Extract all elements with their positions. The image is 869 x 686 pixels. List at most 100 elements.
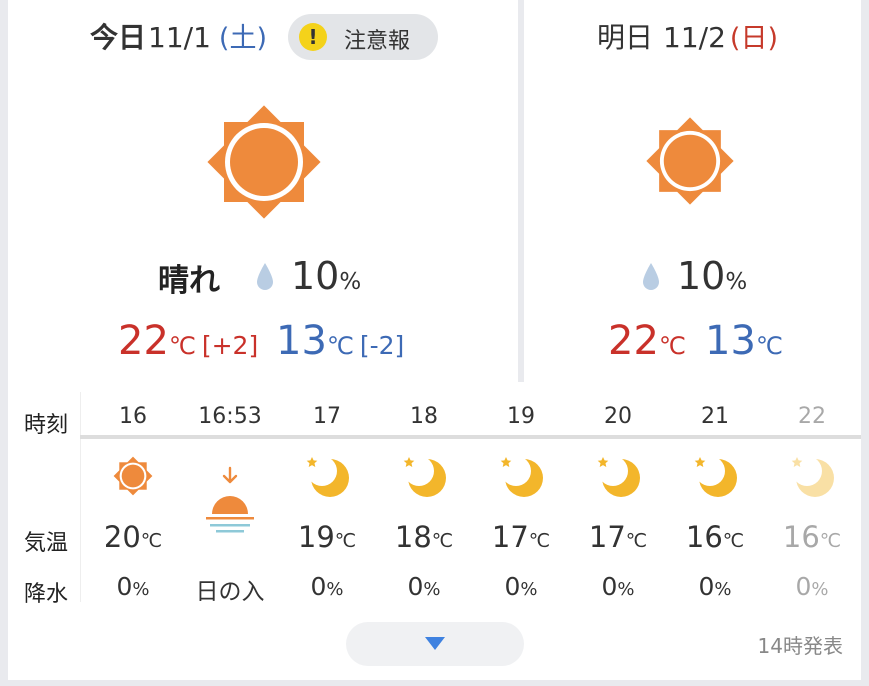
hour-rain-unit: % (617, 579, 635, 600)
today-title: 今日11/1 (土) (90, 16, 267, 56)
today-forecast-card: 今日11/1 (土) ! 注意報 晴れ 10% 22℃ [+2] 13℃ [-2] (8, 0, 518, 382)
hour-column: 17 19℃ 0% (279, 382, 375, 612)
hour-temp: 17℃ (570, 520, 666, 554)
hour-rain-value: 0 (795, 572, 812, 601)
today-date: 11/1 (148, 21, 211, 54)
today-dow: (土) (218, 23, 267, 54)
hour-column: 18 18℃ 0% (376, 382, 472, 612)
hour-rain: 0% (667, 572, 763, 601)
tomorrow-precip-unit: % (725, 269, 748, 295)
issued-time: 14時発表 (757, 634, 843, 658)
hour-rain-value: 0 (698, 572, 715, 601)
tomorrow-precip: 10% (677, 254, 747, 298)
hour-temp-unit: ℃ (625, 530, 648, 552)
hour-rain-value: 0 (116, 572, 133, 601)
moon-icon (791, 456, 834, 497)
hour-time: 17 (313, 404, 341, 429)
tomorrow-low-temp: 13℃ (705, 318, 783, 364)
hour-rain: 0% (279, 572, 375, 601)
today-high-diff: [+2] (201, 331, 259, 360)
today-precip-unit: % (339, 269, 362, 295)
hour-time: 22 (798, 404, 826, 429)
hourly-forecast[interactable]: 時刻 気温 降水 16 20℃ 0% 16:53 日の入 17 19℃ 0% 1… (8, 382, 861, 680)
hour-rain-unit: % (811, 579, 829, 600)
today-high-unit: ℃ (168, 332, 196, 360)
hour-time: 16 (119, 404, 147, 429)
moon-icon (597, 456, 640, 497)
hour-time: 16:53 (198, 404, 262, 429)
hour-temp: 16℃ (764, 520, 860, 554)
hour-rain: 0% (473, 572, 569, 601)
hour-temp-unit: ℃ (722, 530, 745, 552)
tomorrow-low-value: 13 (705, 318, 756, 364)
hour-temp-unit: ℃ (140, 530, 163, 552)
hour-temp-unit: ℃ (819, 530, 842, 552)
tomorrow-dow: (日) (729, 23, 778, 54)
hour-temp-value: 17 (588, 520, 626, 554)
tomorrow-label: 明日 (597, 21, 654, 54)
hour-temp: 17℃ (473, 520, 569, 554)
sunny-icon (207, 105, 321, 219)
tomorrow-date: 11/2 (663, 21, 726, 54)
tomorrow-title: 明日 11/2 (日) (597, 16, 778, 56)
today-low-diff: [-2] (359, 331, 405, 360)
hour-temp-value: 17 (491, 520, 529, 554)
hour-rain-unit: % (132, 579, 150, 600)
today-low-value: 13 (276, 318, 327, 364)
hour-temp-value: 18 (394, 520, 432, 554)
hour-column: 16 20℃ 0% (85, 382, 181, 612)
sunset-column: 16:53 日の入 (182, 382, 278, 612)
hour-rain-unit: % (326, 579, 344, 600)
raindrop-icon (257, 263, 273, 290)
hour-column: 19 17℃ 0% (473, 382, 569, 612)
hour-rain-unit: % (714, 579, 732, 600)
row-label-separator (80, 392, 81, 602)
today-high-temp: 22℃ [+2] (118, 318, 258, 364)
moon-icon (403, 456, 446, 497)
tomorrow-low-unit: ℃ (755, 332, 783, 360)
hour-temp-value: 16 (685, 520, 723, 554)
weather-condition: 晴れ (158, 263, 220, 299)
rain-row-label: 降水 (24, 582, 69, 607)
hour-column: 21 16℃ 0% (667, 382, 763, 612)
sunny-icon (646, 117, 734, 205)
tomorrow-high-unit: ℃ (658, 332, 686, 360)
hour-rain-value: 0 (407, 572, 424, 601)
moon-icon (500, 456, 543, 497)
hour-time: 21 (701, 404, 729, 429)
hour-rain: 0% (570, 572, 666, 601)
hour-time: 18 (410, 404, 438, 429)
hour-rain-unit: % (520, 579, 538, 600)
tomorrow-forecast-card: 明日 11/2 (日) 10% 22℃ 13℃ (524, 0, 861, 382)
tomorrow-precip-value: 10 (677, 254, 726, 298)
moon-icon (306, 456, 349, 497)
today-precip: 10% (291, 254, 361, 298)
raindrop-icon (643, 263, 659, 290)
temp-row-label: 気温 (24, 531, 69, 556)
hour-rain-value: 0 (310, 572, 327, 601)
today-label: 今日 (90, 21, 147, 54)
sunset-icon (206, 466, 254, 533)
today-high-value: 22 (118, 318, 169, 364)
hour-temp: 18℃ (376, 520, 472, 554)
hour-temp-unit: ℃ (431, 530, 454, 552)
hour-rain-unit: % (423, 579, 441, 600)
moon-icon (694, 456, 737, 497)
hour-rain-value: 0 (504, 572, 521, 601)
sun-icon (113, 456, 153, 496)
advisory-badge[interactable]: ! 注意報 (288, 14, 438, 60)
hour-column: 20 17℃ 0% (570, 382, 666, 612)
today-low-unit: ℃ (326, 332, 354, 360)
chevron-down-icon (425, 637, 445, 650)
hour-temp-unit: ℃ (528, 530, 551, 552)
hour-column: 22 16℃ 0% (764, 382, 860, 612)
hour-rain-value: 0 (601, 572, 618, 601)
hour-temp: 20℃ (85, 520, 181, 554)
hour-temp-value: 16 (782, 520, 820, 554)
tomorrow-high-value: 22 (608, 318, 659, 364)
sunset-label: 日の入 (195, 579, 265, 605)
tomorrow-high-temp: 22℃ (608, 318, 686, 364)
expand-hourly-button[interactable] (346, 622, 524, 666)
hour-temp-value: 20 (103, 520, 141, 554)
hour-temp-unit: ℃ (334, 530, 357, 552)
